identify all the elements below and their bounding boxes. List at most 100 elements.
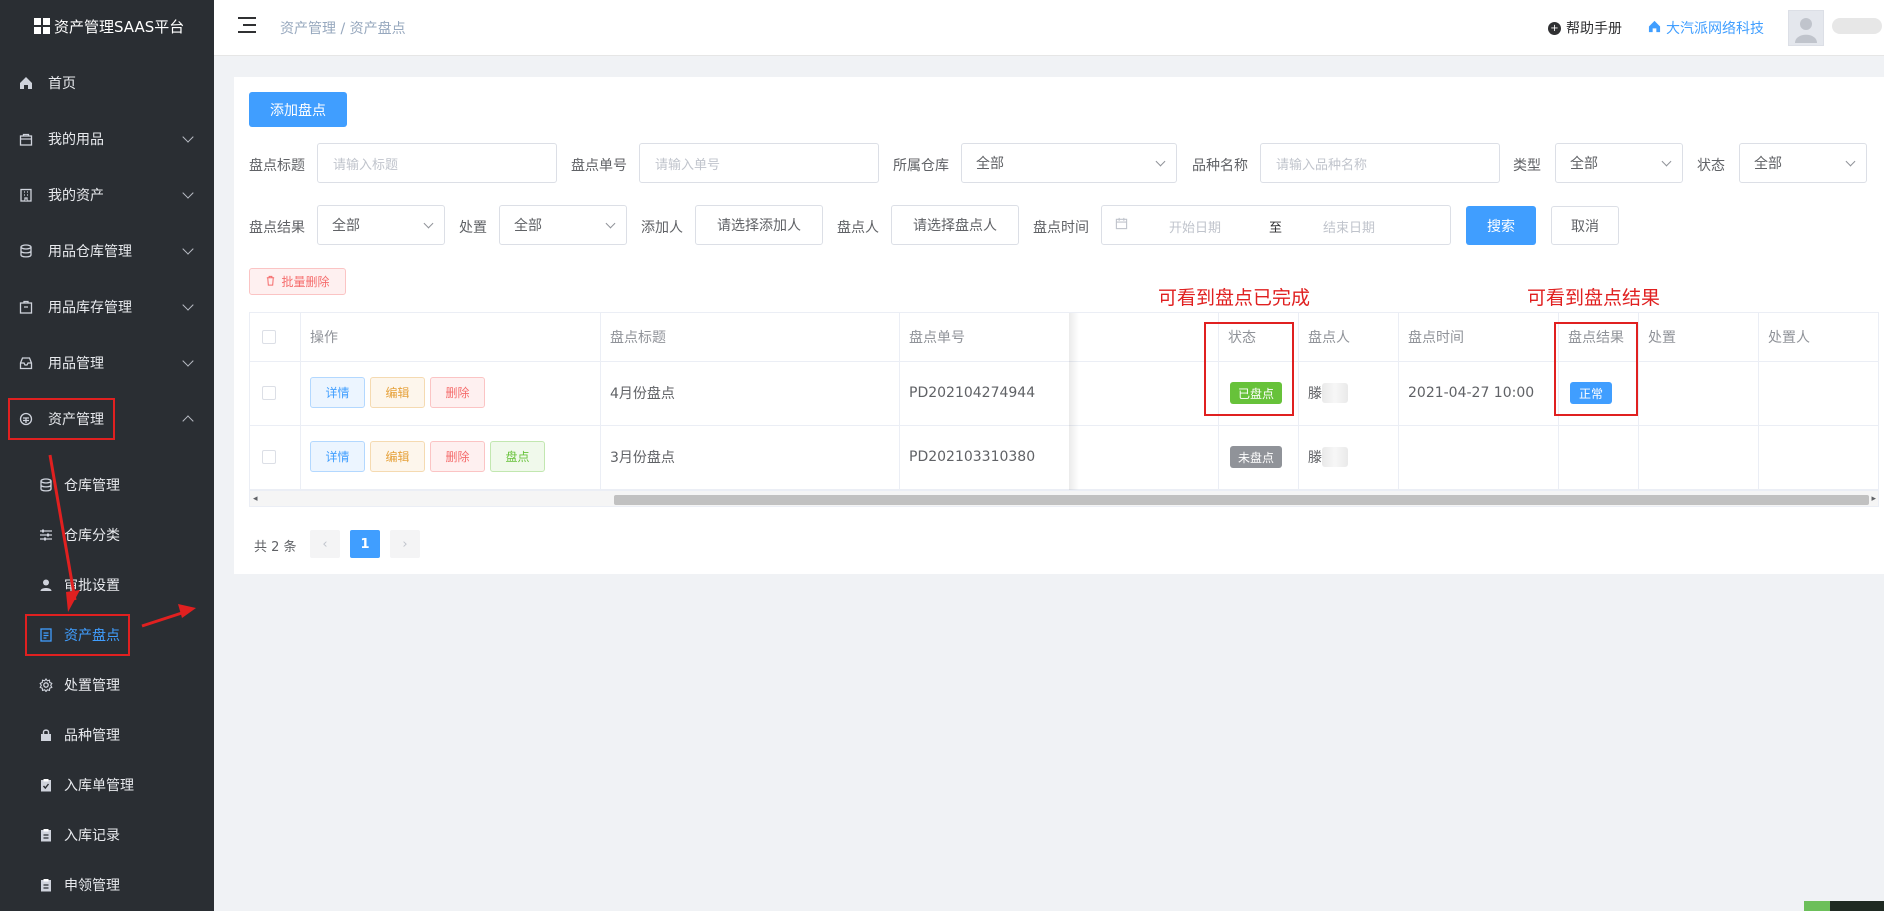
- scroll-right-icon[interactable]: ▸: [1871, 494, 1876, 504]
- sidebar-item-label: 首页: [48, 76, 76, 92]
- cell-counter: 滕: [1308, 450, 1322, 466]
- row-checkbox[interactable]: [262, 450, 276, 464]
- sidebar-subitem-warehouse[interactable]: 仓库管理: [0, 460, 214, 510]
- breadcrumb: 资产管理 / 资产盘点: [280, 21, 406, 37]
- select-counter-button[interactable]: 请选择盘点人: [891, 205, 1019, 245]
- sidebar-item-my-assets[interactable]: 我的资产: [0, 167, 214, 223]
- result-select[interactable]: 全部: [317, 205, 445, 245]
- select-adder-button[interactable]: 请选择添加人: [695, 205, 823, 245]
- delete-button[interactable]: 删除: [430, 377, 485, 408]
- sidebar-subitem-inbound-order[interactable]: 入库单管理: [0, 760, 214, 810]
- sidebar-item-label: 用品仓库管理: [48, 244, 132, 260]
- company-link[interactable]: 大汽派网络科技: [1648, 18, 1764, 38]
- count-button[interactable]: 盘点: [490, 441, 545, 472]
- dispose-select-value: 全部: [514, 218, 542, 234]
- sidebar: 资产管理SAAS平台 首页 我的用品 我的资产 用品仓库管理 用品库存管理 用品…: [0, 0, 214, 911]
- app-logo[interactable]: 资产管理SAAS平台: [0, 0, 214, 52]
- trash-icon: [265, 275, 276, 289]
- sidebar-subitem-label: 申领管理: [64, 878, 120, 894]
- batch-delete-button[interactable]: 批量删除: [249, 268, 346, 295]
- dispose-select[interactable]: 全部: [499, 205, 627, 245]
- search-button[interactable]: 搜索: [1466, 206, 1536, 245]
- select-all-checkbox[interactable]: [262, 330, 276, 344]
- next-page-button[interactable]: ›: [390, 530, 420, 558]
- sidebar-item-label: 用品库存管理: [48, 300, 132, 316]
- inventory-count-table: 操作 盘点标题 盘点单号 状态 盘点人 盘点时间 盘点结果 处置 处置人 详情 …: [249, 312, 1879, 507]
- sidebar-item-supply-warehouse[interactable]: 用品仓库管理: [0, 223, 214, 279]
- filter-variety-label: 品种名称: [1192, 158, 1248, 174]
- prev-page-button[interactable]: ‹: [310, 530, 340, 558]
- header-disposer: 处置人: [1768, 330, 1810, 346]
- top-bar: 资产管理 / 资产盘点 + 帮助手册 大汽派网络科技: [214, 0, 1884, 56]
- end-date-input[interactable]: 结束日期: [1323, 217, 1375, 236]
- sidebar-subitem-inbound-record[interactable]: 入库记录: [0, 810, 214, 860]
- number-input[interactable]: 请输入单号: [639, 143, 879, 183]
- cell-title: 3月份盘点: [610, 450, 675, 466]
- chevron-left-icon: ‹: [322, 536, 328, 552]
- clipboard-icon: [38, 877, 54, 893]
- chevron-right-icon: ›: [402, 536, 408, 552]
- table-horizontal-scrollbar[interactable]: ◂ ▸: [250, 490, 1878, 506]
- sidebar-item-supply-inventory[interactable]: 用品库存管理: [0, 279, 214, 335]
- sidebar-subitem-approval[interactable]: 审批设置: [0, 560, 214, 610]
- calendar-icon: [1115, 217, 1128, 234]
- avatar[interactable]: [1788, 10, 1824, 46]
- lock-icon: [38, 727, 54, 743]
- status-select-value: 全部: [1754, 156, 1782, 172]
- warehouse-select[interactable]: 全部: [961, 143, 1177, 183]
- variety-input[interactable]: 请输入品种名称: [1260, 143, 1500, 183]
- sidebar-item-asset-management[interactable]: 资产管理: [0, 391, 214, 447]
- chevron-down-icon: [1155, 156, 1166, 167]
- help-label: 帮助手册: [1566, 21, 1622, 37]
- date-range-picker[interactable]: 开始日期 至 结束日期: [1101, 205, 1451, 245]
- sidebar-item-my-supplies[interactable]: 我的用品: [0, 111, 214, 167]
- filter-status-label: 状态: [1697, 158, 1725, 174]
- detail-button[interactable]: 详情: [310, 441, 365, 472]
- sidebar-item-label: 资产管理: [48, 412, 104, 428]
- header-number: 盘点单号: [909, 330, 965, 346]
- sidebar-subitem-label: 入库单管理: [64, 778, 134, 794]
- header-status: 状态: [1228, 330, 1256, 346]
- edit-button[interactable]: 编辑: [370, 377, 425, 408]
- sidebar-subitem-requisition[interactable]: 申领管理: [0, 860, 214, 910]
- user-name-blurred[interactable]: [1832, 18, 1882, 34]
- help-manual-link[interactable]: + 帮助手册: [1548, 18, 1622, 38]
- cancel-button[interactable]: 取消: [1551, 206, 1619, 245]
- tray-icon: [18, 355, 34, 371]
- sidebar-item-supply-management[interactable]: 用品管理: [0, 335, 214, 391]
- chevron-down-icon: [182, 131, 194, 143]
- row-checkbox[interactable]: [262, 386, 276, 400]
- scrollbar-thumb[interactable]: [614, 495, 1869, 505]
- edit-button[interactable]: 编辑: [370, 441, 425, 472]
- corner-widget[interactable]: [1804, 901, 1884, 911]
- sidebar-subitem-disposal[interactable]: 处置管理: [0, 660, 214, 710]
- status-badge-pending: 未盘点: [1230, 446, 1282, 468]
- sidebar-item-home[interactable]: 首页: [0, 55, 214, 111]
- user-avatar-icon: [1795, 18, 1817, 43]
- sidebar-subitem-category[interactable]: 仓库分类: [0, 510, 214, 560]
- chevron-down-icon: [182, 355, 194, 367]
- collapse-menu-icon[interactable]: [238, 17, 256, 33]
- status-select[interactable]: 全部: [1739, 143, 1867, 183]
- batch-delete-label: 批量删除: [281, 275, 330, 289]
- add-inventory-count-button[interactable]: 添加盘点: [249, 92, 347, 127]
- gear-icon: [38, 677, 54, 693]
- delete-button[interactable]: 删除: [430, 441, 485, 472]
- chevron-down-icon: [1845, 156, 1856, 167]
- page-1-button[interactable]: 1: [350, 530, 380, 558]
- detail-button[interactable]: 详情: [310, 377, 365, 408]
- start-date-input[interactable]: 开始日期: [1169, 217, 1221, 236]
- filter-result-label: 盘点结果: [249, 220, 305, 236]
- scroll-left-icon[interactable]: ◂: [253, 494, 258, 504]
- home-icon: [1648, 20, 1661, 37]
- title-input[interactable]: 请输入标题: [317, 143, 557, 183]
- filter-type-label: 类型: [1513, 158, 1541, 174]
- chevron-down-icon: [423, 218, 434, 229]
- pagination-total: 共 2 条: [254, 540, 297, 555]
- sidebar-subitem-variety[interactable]: 品种管理: [0, 710, 214, 760]
- type-select[interactable]: 全部: [1555, 143, 1683, 183]
- chevron-down-icon: [182, 299, 194, 311]
- counter-name-blur: [1322, 383, 1348, 403]
- header-time: 盘点时间: [1408, 330, 1464, 346]
- sidebar-subitem-asset-count[interactable]: 资产盘点: [0, 610, 214, 660]
